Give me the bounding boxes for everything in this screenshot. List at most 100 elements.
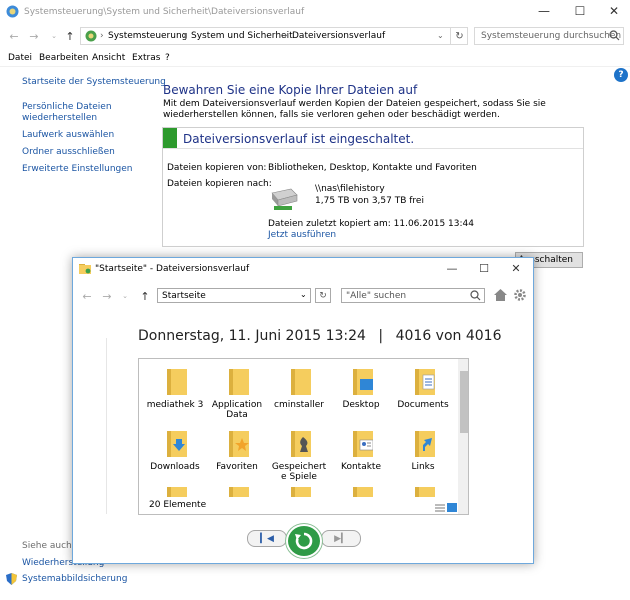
item-label: Favoriten: [216, 462, 258, 472]
list-item[interactable]: Gespeichert e Spiele: [269, 423, 329, 483]
file-history-window: "Startseite" - Dateiversionsverlauf — ☐ …: [72, 257, 534, 564]
restore-button[interactable]: [286, 524, 322, 558]
item-label: cminstaller: [274, 400, 324, 410]
control-panel-small-icon: [85, 30, 97, 42]
list-item[interactable]: Documents: [393, 361, 453, 421]
location-select[interactable]: Startseite ⌄: [157, 288, 311, 303]
breadcrumb-systemsteuerung[interactable]: Systemsteuerung: [108, 31, 187, 41]
address-bar[interactable]: › Systemsteuerung › System und Sicherhei…: [80, 27, 468, 45]
folder-icon[interactable]: [413, 487, 435, 497]
list-item[interactable]: Application Data: [207, 361, 267, 421]
refresh-button[interactable]: ↻: [450, 27, 468, 45]
forward-button[interactable]: →: [26, 28, 42, 44]
list-item[interactable]: cminstaller: [269, 361, 329, 421]
up-button[interactable]: ↑: [62, 28, 78, 44]
breadcrumb-system-und-sicherheit[interactable]: System und Sicherheit: [191, 31, 293, 41]
minimize-button[interactable]: —: [526, 0, 562, 22]
status-text: Dateiversionsverlauf ist eingeschaltet.: [183, 132, 415, 146]
history-search-input[interactable]: "Alle" suchen: [341, 288, 485, 303]
next-version-button[interactable]: ▶▎: [321, 530, 361, 547]
list-item[interactable]: Desktop: [331, 361, 391, 421]
sidebar-home-link[interactable]: Startseite der Systemsteuerung: [22, 77, 166, 88]
back-button[interactable]: ←: [6, 28, 22, 44]
restore-icon: [295, 532, 313, 550]
documents-folder-icon: [413, 369, 435, 395]
sidebar-item-exclude-folders[interactable]: Ordner ausschließen: [22, 147, 115, 158]
see-also-title: Siehe auch: [22, 541, 72, 551]
list-item[interactable]: mediathek 3: [145, 361, 205, 421]
details-view-icon[interactable]: [435, 504, 445, 512]
list-item[interactable]: Links: [393, 423, 453, 483]
search-input[interactable]: Systemsteuerung durchsuchen: [474, 27, 624, 45]
search-icon: [609, 30, 620, 41]
item-label: Downloads: [150, 462, 200, 472]
menu-datei[interactable]: Datei: [8, 53, 32, 63]
header-separator: |: [378, 328, 384, 344]
backup-date-header: Donnerstag, 11. Juni 2015 13:24 | 4016 v…: [138, 328, 501, 344]
file-grid: mediathek 3 Application Data cminstaller…: [138, 358, 469, 515]
saved-games-folder-icon: [289, 431, 311, 457]
divider: [163, 148, 583, 149]
breadcrumb-separator: ›: [284, 31, 288, 41]
desktop-folder-icon: [351, 369, 373, 395]
contacts-folder-icon: [351, 431, 373, 457]
favorites-folder-icon: [227, 431, 249, 457]
menu-extras[interactable]: Extras: [132, 53, 160, 63]
folder-icon[interactable]: [289, 487, 311, 497]
list-item[interactable]: Downloads: [145, 423, 205, 483]
vertical-scrollbar[interactable]: [458, 359, 468, 514]
window-title: Systemsteuerung\System und Sicherheit\Da…: [24, 7, 305, 17]
drive-space: 1,75 TB von 3,57 TB frei: [315, 196, 424, 206]
page-description: Mit dem Dateiversionsverlauf werden Kopi…: [163, 99, 546, 120]
forward-button[interactable]: →: [99, 288, 115, 304]
run-now-link[interactable]: Jetzt ausführen: [268, 230, 336, 241]
folder-icon[interactable]: [165, 487, 187, 497]
back-button[interactable]: ←: [79, 288, 95, 304]
recent-locations-dropdown[interactable]: ⌄: [46, 28, 62, 44]
navigation-bar: ← → ⌄ ↑ › Systemsteuerung › System und S…: [0, 24, 630, 50]
list-item[interactable]: Favoriten: [207, 423, 267, 483]
sidebar-item-restore-files[interactable]: Persönliche Dateien wiederherstellen: [22, 102, 132, 124]
recent-locations-dropdown[interactable]: ⌄: [117, 288, 133, 304]
up-button[interactable]: ↑: [137, 288, 153, 304]
item-label: mediathek 3: [146, 400, 204, 410]
list-item[interactable]: Kontakte: [331, 423, 391, 483]
maximize-button[interactable]: ☐: [562, 0, 598, 22]
breadcrumb-dateiversionsverlauf[interactable]: Dateiversionsverlauf: [292, 31, 385, 41]
playback-controls: ▎◀ ▶▎: [247, 524, 361, 558]
home-icon[interactable]: [494, 289, 507, 301]
folder-icon[interactable]: [227, 487, 249, 497]
previous-version-button[interactable]: ▎◀: [247, 530, 287, 547]
title-bar: Systemsteuerung\System und Sicherheit\Da…: [0, 0, 630, 22]
gear-icon[interactable]: [514, 289, 526, 301]
menu-ansicht[interactable]: Ansicht: [92, 53, 125, 63]
folder-icon: [289, 369, 311, 395]
scrollbar-thumb[interactable]: [460, 371, 468, 433]
network-drive-icon: [269, 187, 299, 211]
status-indicator: [163, 128, 177, 148]
item-label: Kontakte: [341, 462, 381, 472]
menu-bearbeiten[interactable]: Bearbeiten: [39, 53, 88, 63]
refresh-button[interactable]: ↻: [315, 288, 331, 303]
previous-version-pane[interactable]: [73, 338, 107, 514]
see-also-system-image-link[interactable]: Systemabbildsicherung: [22, 574, 127, 585]
menu-help[interactable]: ?: [165, 53, 170, 63]
item-label: Links: [411, 462, 435, 472]
sidebar-item-select-drive[interactable]: Laufwerk auswählen: [22, 130, 114, 141]
large-icons-view-icon[interactable]: [447, 503, 457, 512]
folder-icon[interactable]: [351, 487, 373, 497]
folder-small-icon: [79, 263, 91, 274]
drive-path: \\nas\filehistory: [315, 184, 385, 194]
sidebar-item-advanced-settings[interactable]: Erweiterte Einstellungen: [22, 164, 133, 175]
breadcrumb-separator: ›: [100, 31, 104, 41]
close-button[interactable]: ✕: [596, 0, 630, 22]
close-button[interactable]: ✕: [501, 259, 531, 277]
item-label: Desktop: [342, 400, 380, 410]
minimize-button[interactable]: —: [437, 259, 467, 277]
item-label: Application Data: [211, 400, 263, 420]
history-search-placeholder: "Alle" suchen: [346, 291, 407, 301]
address-dropdown-icon[interactable]: ⌄: [437, 31, 444, 40]
help-icon[interactable]: ?: [614, 68, 628, 82]
maximize-button[interactable]: ☐: [469, 259, 499, 277]
history-window-title: "Startseite" - Dateiversionsverlauf: [95, 264, 250, 274]
